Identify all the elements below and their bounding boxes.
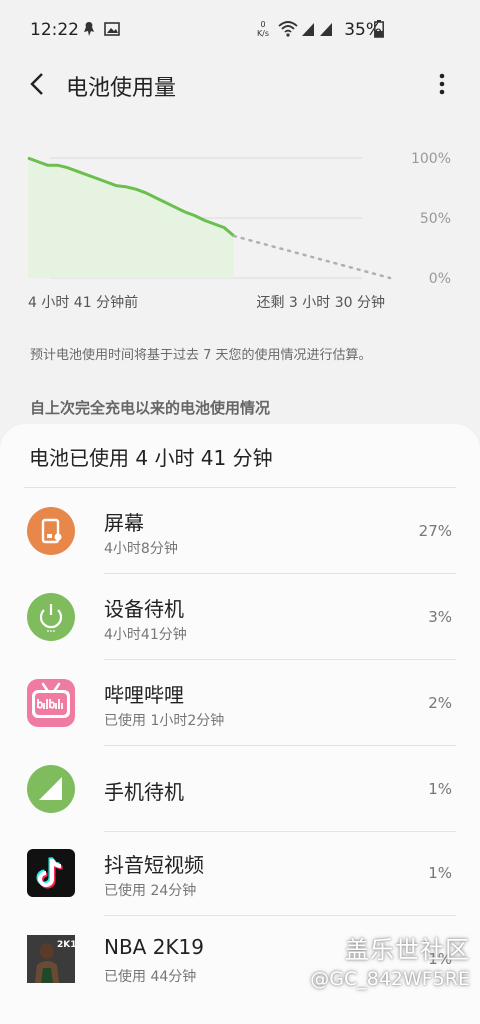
- usage-item-name: 设备待机: [104, 597, 184, 621]
- usage-item-percent: 3%: [428, 608, 452, 626]
- chart-start-label: 4 小时 41 分钟前: [28, 295, 139, 311]
- app-bar: 电池使用量: [0, 60, 480, 110]
- usage-total-title: 电池已使用 4 小时 41 分钟: [29, 446, 273, 470]
- chart-y-tick-label: 100%: [411, 151, 451, 167]
- usage-item-douyin[interactable]: 抖音短视频 已使用 24分钟 1%: [0, 830, 480, 916]
- battery-usage-chart: 100% 50% 0%: [27, 151, 451, 287]
- usage-item-detail: 4小时8分钟: [104, 541, 178, 557]
- back-button[interactable]: [22, 68, 54, 100]
- usage-item-bilibili[interactable]: 哔哩哔哩 已使用 1小时2分钟 2%: [0, 660, 480, 746]
- usage-item-detail: 4小时41分钟: [104, 627, 187, 643]
- section-header: 自上次完全充电以来的电池使用情况: [30, 399, 271, 417]
- usage-item-phone-idle[interactable]: 手机待机 1%: [0, 746, 480, 832]
- usage-item-percent: 1%: [428, 864, 452, 882]
- cell-signal-2-icon: [320, 23, 332, 36]
- svg-text:2K19: 2K19: [57, 940, 75, 950]
- douyin-app-icon: [27, 849, 75, 897]
- chart-y-tick-label: 0%: [429, 271, 451, 287]
- usage-item-detail: 已使用 1小时2分钟: [104, 713, 225, 729]
- usage-item-detail: 已使用 44分钟: [104, 969, 197, 985]
- battery-icon: [374, 20, 384, 38]
- watermark-user-id: @GC_842WF5RE: [310, 968, 470, 990]
- estimate-note: 预计电池使用时间将基于过去 7 天您的使用情况进行估算。: [30, 348, 372, 363]
- usage-item-percent: 27%: [418, 522, 452, 540]
- watermark-community: 盖乐世社区: [345, 936, 470, 964]
- notification-app-icon: [84, 22, 94, 36]
- battery-projection-line: [232, 234, 392, 280]
- usage-item-name: 抖音短视频: [104, 853, 204, 877]
- nba2k19-app-icon: 2K19: [27, 935, 83, 983]
- chart-y-tick-label: 50%: [420, 211, 451, 227]
- usage-item-screen[interactable]: 屏幕 4小时8分钟 27%: [0, 488, 480, 574]
- status-time: 12:22: [30, 20, 79, 40]
- more-options-button[interactable]: [426, 68, 458, 100]
- usage-item-percent: 2%: [428, 694, 452, 712]
- usage-item-name: NBA 2K19: [104, 935, 205, 959]
- usage-item-device-idle[interactable]: 设备待机 4小时41分钟 3%: [0, 574, 480, 660]
- usage-item-percent: 1%: [428, 780, 452, 798]
- network-speed: 0 K/s: [256, 20, 270, 38]
- power-icon: [27, 593, 75, 641]
- wifi-icon: [278, 21, 298, 37]
- chart-end-label: 还剩 3 小时 30 分钟: [256, 295, 385, 311]
- screen-icon: [27, 507, 75, 555]
- usage-item-name: 屏幕: [104, 511, 144, 535]
- cell-signal-1-icon: [302, 23, 314, 36]
- page-title: 电池使用量: [66, 76, 177, 101]
- status-bar: 12:22 0 K/s 35%: [0, 0, 480, 60]
- cell-signal-icon: [27, 765, 75, 813]
- usage-item-detail: 已使用 24分钟: [104, 883, 197, 899]
- usage-item-name: 手机待机: [104, 780, 184, 804]
- gallery-notification-icon: [104, 22, 120, 36]
- usage-item-name: 哔哩哔哩: [104, 683, 184, 707]
- bilibili-app-icon: [27, 679, 75, 727]
